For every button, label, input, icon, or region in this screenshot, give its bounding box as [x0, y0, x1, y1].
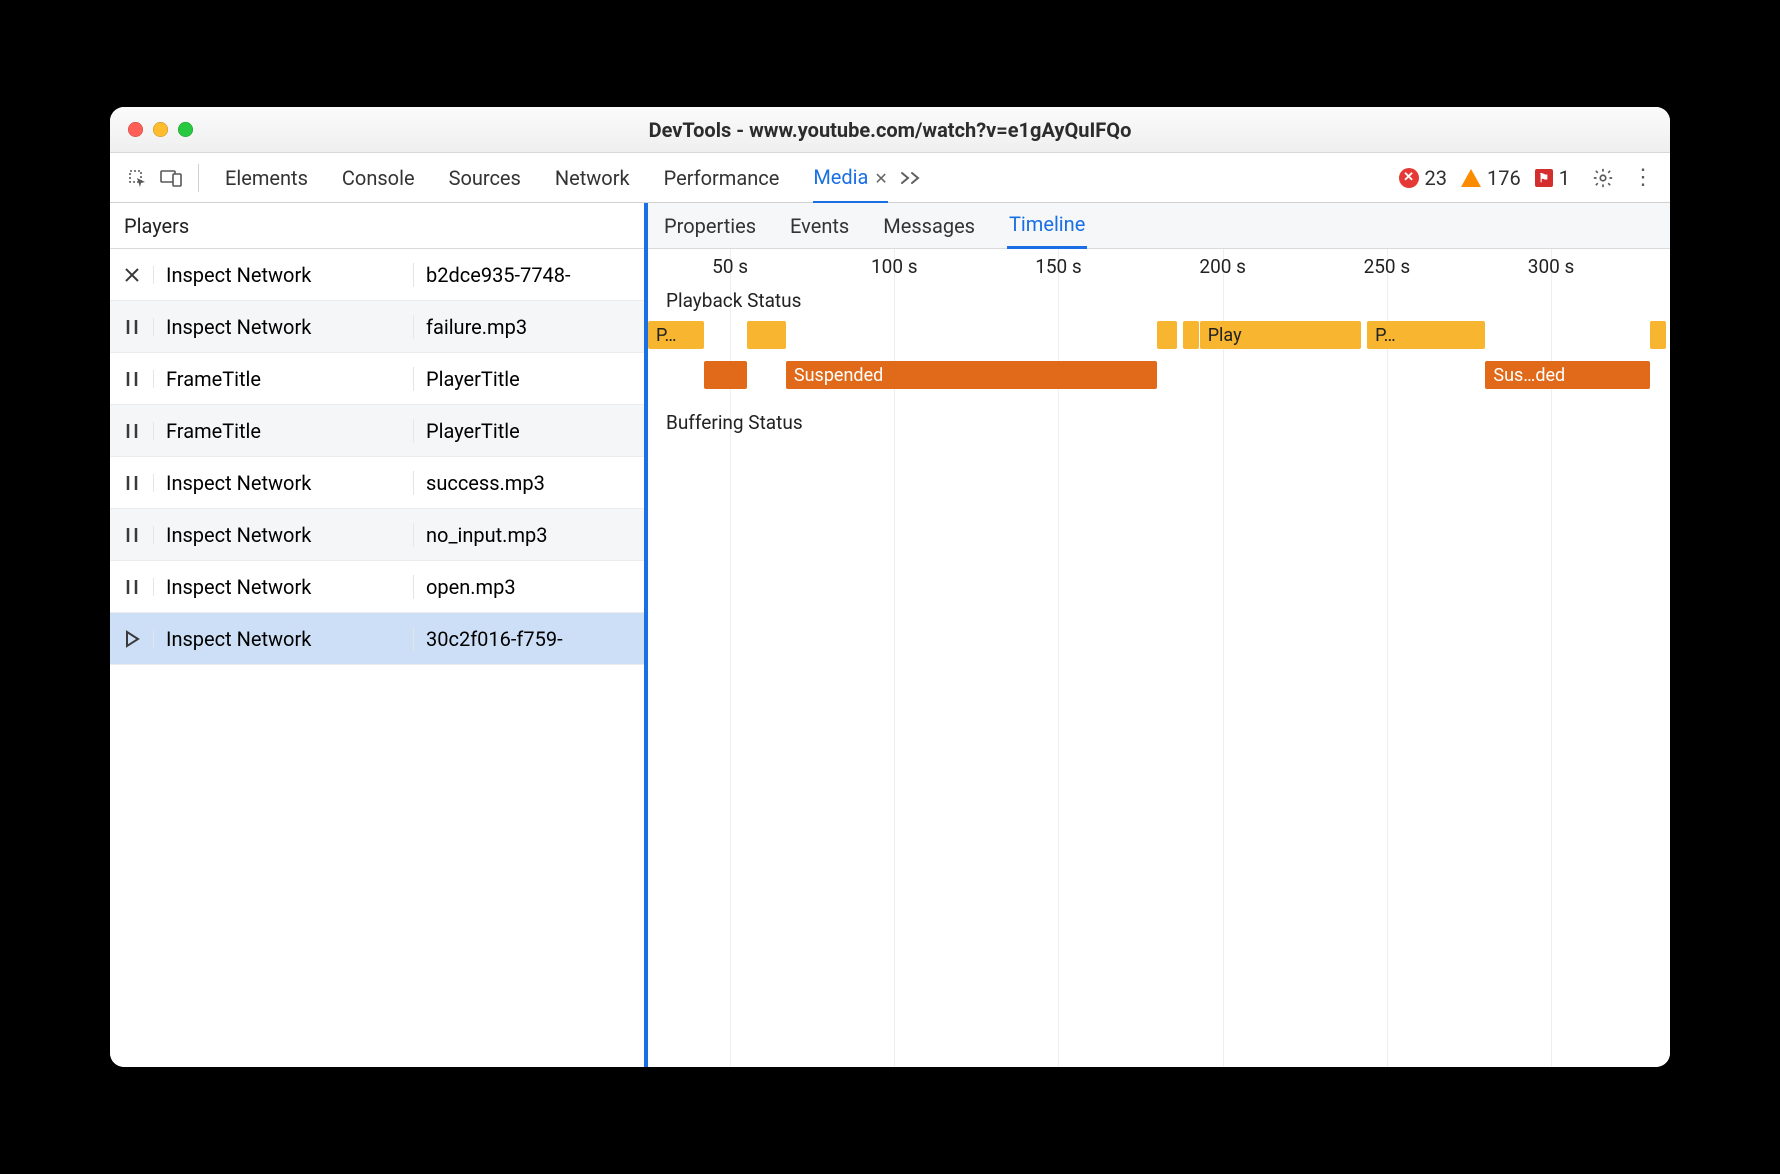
timeline[interactable]: 50 s 100 s 150 s 200 s 250 s 300 s Playback S…	[648, 249, 1670, 1067]
player-name: b2dce935-7748-	[414, 263, 644, 287]
detail-tabs: Properties Events Messages Timeline	[648, 203, 1670, 249]
timeline-tick: 50 s	[712, 255, 748, 278]
more-menu-icon[interactable]: ⋮	[1632, 165, 1654, 190]
panel-tab-performance[interactable]: Performance	[664, 154, 780, 202]
player-status-icon	[110, 526, 154, 544]
timeline-bar-play[interactable]: P…	[648, 321, 704, 349]
timeline-bar-susp[interactable]: Sus…ded	[1485, 361, 1649, 389]
player-frame: Inspect Network	[154, 315, 414, 339]
timeline-bar-susp[interactable]	[704, 361, 747, 389]
detail-tab-events[interactable]: Events	[788, 204, 851, 248]
close-tab-icon[interactable]: ✕	[874, 169, 887, 188]
player-frame: FrameTitle	[154, 367, 414, 391]
player-frame: FrameTitle	[154, 419, 414, 443]
player-name: success.mp3	[414, 471, 644, 495]
timeline-bar-play[interactable]	[1183, 321, 1199, 349]
timeline-bar-play[interactable]: P…	[1367, 321, 1485, 349]
player-frame: Inspect Network	[154, 575, 414, 599]
player-status-icon	[110, 370, 154, 388]
player-status-icon	[110, 318, 154, 336]
warning-count: 176	[1487, 166, 1521, 190]
player-name: PlayerTitle	[414, 367, 644, 391]
player-status-icon	[110, 630, 154, 648]
device-toolbar-icon[interactable]	[156, 163, 186, 193]
player-status-icon	[110, 474, 154, 492]
timeline-tick: 200 s	[1199, 255, 1246, 278]
detail-tab-properties[interactable]: Properties	[662, 204, 758, 248]
player-name: no_input.mp3	[414, 523, 644, 547]
panel-tab-elements[interactable]: Elements	[225, 154, 308, 202]
player-frame: Inspect Network	[154, 627, 414, 651]
detail-tab-messages[interactable]: Messages	[881, 204, 977, 248]
player-name: PlayerTitle	[414, 419, 644, 443]
panel-tab-network[interactable]: Network	[555, 154, 630, 202]
player-row[interactable]: FrameTitlePlayerTitle	[110, 353, 644, 405]
player-name: open.mp3	[414, 575, 644, 599]
buffering-status-label: Buffering Status	[666, 411, 803, 434]
timeline-bar-play[interactable]	[1157, 321, 1177, 349]
info-counter[interactable]: ⚑ 1	[1535, 166, 1570, 190]
player-row[interactable]: Inspect Networkb2dce935-7748-	[110, 249, 644, 301]
panel-tab-console[interactable]: Console	[342, 154, 415, 202]
flag-icon: ⚑	[1535, 169, 1553, 187]
separator	[198, 164, 199, 192]
detail-tab-timeline[interactable]: Timeline	[1007, 202, 1087, 249]
window: DevTools - www.youtube.com/watch?v=e1gAy…	[110, 107, 1670, 1067]
player-status-icon	[110, 422, 154, 440]
inspect-element-icon[interactable]	[122, 163, 152, 193]
timeline-tick: 100 s	[871, 255, 918, 278]
player-name: failure.mp3	[414, 315, 644, 339]
player-frame: Inspect Network	[154, 523, 414, 547]
detail-pane: Properties Events Messages Timeline 50 s 100…	[648, 203, 1670, 1067]
error-icon: ✕	[1399, 168, 1419, 188]
player-row[interactable]: Inspect Networkopen.mp3	[110, 561, 644, 613]
titlebar: DevTools - www.youtube.com/watch?v=e1gAy…	[110, 107, 1670, 153]
timeline-bar-play[interactable]	[1650, 321, 1666, 349]
player-row[interactable]: Inspect Networksuccess.mp3	[110, 457, 644, 509]
player-name: 30c2f016-f759-	[414, 627, 644, 651]
timeline-bar-play[interactable]: Play	[1200, 321, 1361, 349]
player-row[interactable]: Inspect Networkno_input.mp3	[110, 509, 644, 561]
panel-tab-sources[interactable]: Sources	[449, 154, 521, 202]
timeline-ruler: 50 s 100 s 150 s 200 s 250 s 300 s	[648, 249, 1670, 283]
more-tabs-icon[interactable]	[900, 166, 922, 190]
player-frame: Inspect Network	[154, 263, 414, 287]
window-title: DevTools - www.youtube.com/watch?v=e1gAy…	[110, 118, 1670, 142]
players-sidebar: Players Inspect Networkb2dce935-7748-Ins…	[110, 203, 648, 1067]
panel-tabs: Elements Console Sources Network Performance…	[225, 153, 888, 203]
timeline-tick: 250 s	[1364, 255, 1411, 278]
timeline-bar-susp[interactable]: Suspended	[786, 361, 1157, 389]
main: Players Inspect Networkb2dce935-7748-Ins…	[110, 203, 1670, 1067]
error-counter[interactable]: ✕ 23	[1399, 166, 1447, 190]
issue-counters: ✕ 23 176 ⚑ 1	[1399, 166, 1570, 190]
timeline-bar-play[interactable]	[747, 321, 786, 349]
panel-tab-media[interactable]: Media✕	[813, 153, 888, 204]
players-list: Inspect Networkb2dce935-7748-Inspect Net…	[110, 249, 644, 665]
timeline-tick: 150 s	[1035, 255, 1082, 278]
info-count: 1	[1559, 166, 1570, 190]
player-frame: Inspect Network	[154, 471, 414, 495]
warning-icon	[1461, 169, 1481, 187]
player-row[interactable]: Inspect Networkfailure.mp3	[110, 301, 644, 353]
player-status-icon	[110, 578, 154, 596]
timeline-tick: 300 s	[1528, 255, 1575, 278]
warning-counter[interactable]: 176	[1461, 166, 1521, 190]
toolbar: Elements Console Sources Network Performance…	[110, 153, 1670, 203]
players-header: Players	[110, 203, 644, 249]
settings-icon[interactable]	[1588, 163, 1618, 193]
player-row[interactable]: Inspect Network30c2f016-f759-	[110, 613, 644, 665]
error-count: 23	[1425, 166, 1447, 190]
playback-status-label: Playback Status	[666, 289, 801, 312]
player-status-icon	[110, 266, 154, 284]
player-row[interactable]: FrameTitlePlayerTitle	[110, 405, 644, 457]
